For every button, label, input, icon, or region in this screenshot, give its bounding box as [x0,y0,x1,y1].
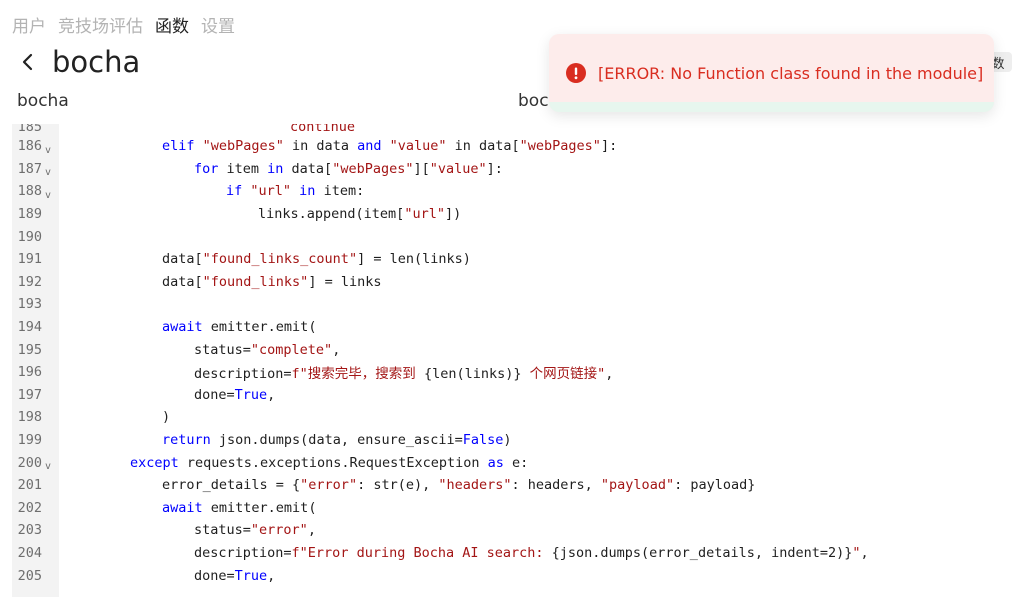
code-text: description=f"Error during Bocha AI sear… [194,545,869,562]
code-line: 205 done=True, [12,564,1012,587]
code-text: return json.dumps(data, ensure_ascii=Fal… [162,432,512,449]
error-toast: [ERROR: No Function class found in the m… [549,34,994,112]
code-text: description=f"搜索完毕，搜索到 {len(links)} 个网页链… [194,366,614,383]
code-text: await emitter.emit( [162,499,317,516]
line-number: 189 [17,206,42,223]
code-line: 195 status="complete", [12,338,1012,361]
code-text: ) [162,409,171,426]
chevron-left-icon[interactable] [16,51,38,73]
code-line: 186 v elif "webPages" in data and "value" … [12,135,1012,158]
fold-chevron-icon[interactable]: v [42,461,59,472]
nav-tab-settings[interactable]: 设置 [201,12,235,37]
code-text: done=True, [194,567,276,584]
line-number: 194 [17,319,42,336]
page-title: bocha [52,45,141,79]
line-number: 193 [17,296,42,313]
code-text: status="complete", [194,341,341,358]
line-number: 205 [17,567,42,584]
code-line: 199 return json.dumps(data, ensure_ascii=… [12,429,1012,452]
code-text: data["found_links_count"] = len(links) [162,251,471,268]
code-text: links.append(item["url"]) [258,206,462,223]
code-text: done=True, [194,386,276,403]
line-number: 199 [17,432,42,449]
line-number: 186 [17,138,42,155]
nav-tab-functions[interactable]: 函数 [155,12,189,37]
top-nav: 用户 竞技场评估 函数 设置 [12,12,235,37]
page-header: bocha [16,44,140,80]
code-text: if "url" in item: [226,183,365,200]
line-number: 187 [17,160,42,177]
code-text: for item in data["webPages"]["value"]: [194,160,503,177]
code-line: 197 done=True, [12,384,1012,407]
line-number: 190 [17,228,42,245]
code-text: except requests.exceptions.RequestExcept… [130,454,529,471]
line-number: 198 [17,409,42,426]
code-line: 204 description=f"Error during Bocha AI s… [12,542,1012,565]
code-text: error_details = {"error": str(e), "heade… [162,477,756,494]
line-number: 192 [17,273,42,290]
error-message: [ERROR: No Function class found in the m… [598,63,984,83]
code-text: elif "webPages" in data and "value" in d… [162,138,618,155]
line-number: 191 [17,251,42,268]
code-line: 202 await emitter.emit( [12,497,1012,520]
line-number: 200 [17,454,42,471]
line-number: 201 [17,477,42,494]
line-number: 197 [17,386,42,403]
code-text: status="error", [194,522,316,539]
code-line: 201 error_details = {"error": str(e), "he… [12,474,1012,497]
code-line: 198) [12,406,1012,429]
code-editor[interactable]: 185 continue 186 v elif "webPages" in data… [12,124,1014,597]
line-number: 195 [17,341,42,358]
line-number: 204 [17,545,42,562]
line-number: 196 [17,364,42,381]
toast-underlay [549,102,994,112]
fold-chevron-icon[interactable]: v [42,145,59,156]
fold-chevron-icon[interactable]: v [42,190,59,201]
code-line: 194 await emitter.emit( [12,316,1012,339]
code-fragment: continue [290,124,356,136]
code-line: 187 v for item in data["webPages"]["value"… [12,158,1012,181]
function-name-input[interactable]: bocha [17,91,69,111]
code-line: 192 data["found_links"] = links [12,271,1012,294]
code-line: 193 [12,293,1012,316]
code-line: 203 status="error", [12,519,1012,542]
code-line: 189 links.append(item["url"]) [12,203,1012,226]
code-line: 200 v except requests.exceptions.RequestEx… [12,451,1012,474]
fold-chevron-icon[interactable]: v [42,167,59,178]
nav-tab-users[interactable]: 用户 [12,12,46,37]
line-number: 203 [17,522,42,539]
code-line: 191 data["found_links_count"] = len(links… [12,248,1012,271]
nav-tab-arena-eval[interactable]: 竞技场评估 [58,12,143,37]
error-circle-icon [566,63,586,83]
code-text: data["found_links"] = links [162,273,382,290]
code-line: 196 description=f"搜索完毕，搜索到 {len(links)} 个… [12,361,1012,384]
code-text: await emitter.emit( [162,319,317,336]
code-line: 188 v if "url" in item: [12,180,1012,203]
code-line: 190 [12,225,1012,248]
line-number: 202 [17,499,42,516]
line-number: 188 [17,183,42,200]
